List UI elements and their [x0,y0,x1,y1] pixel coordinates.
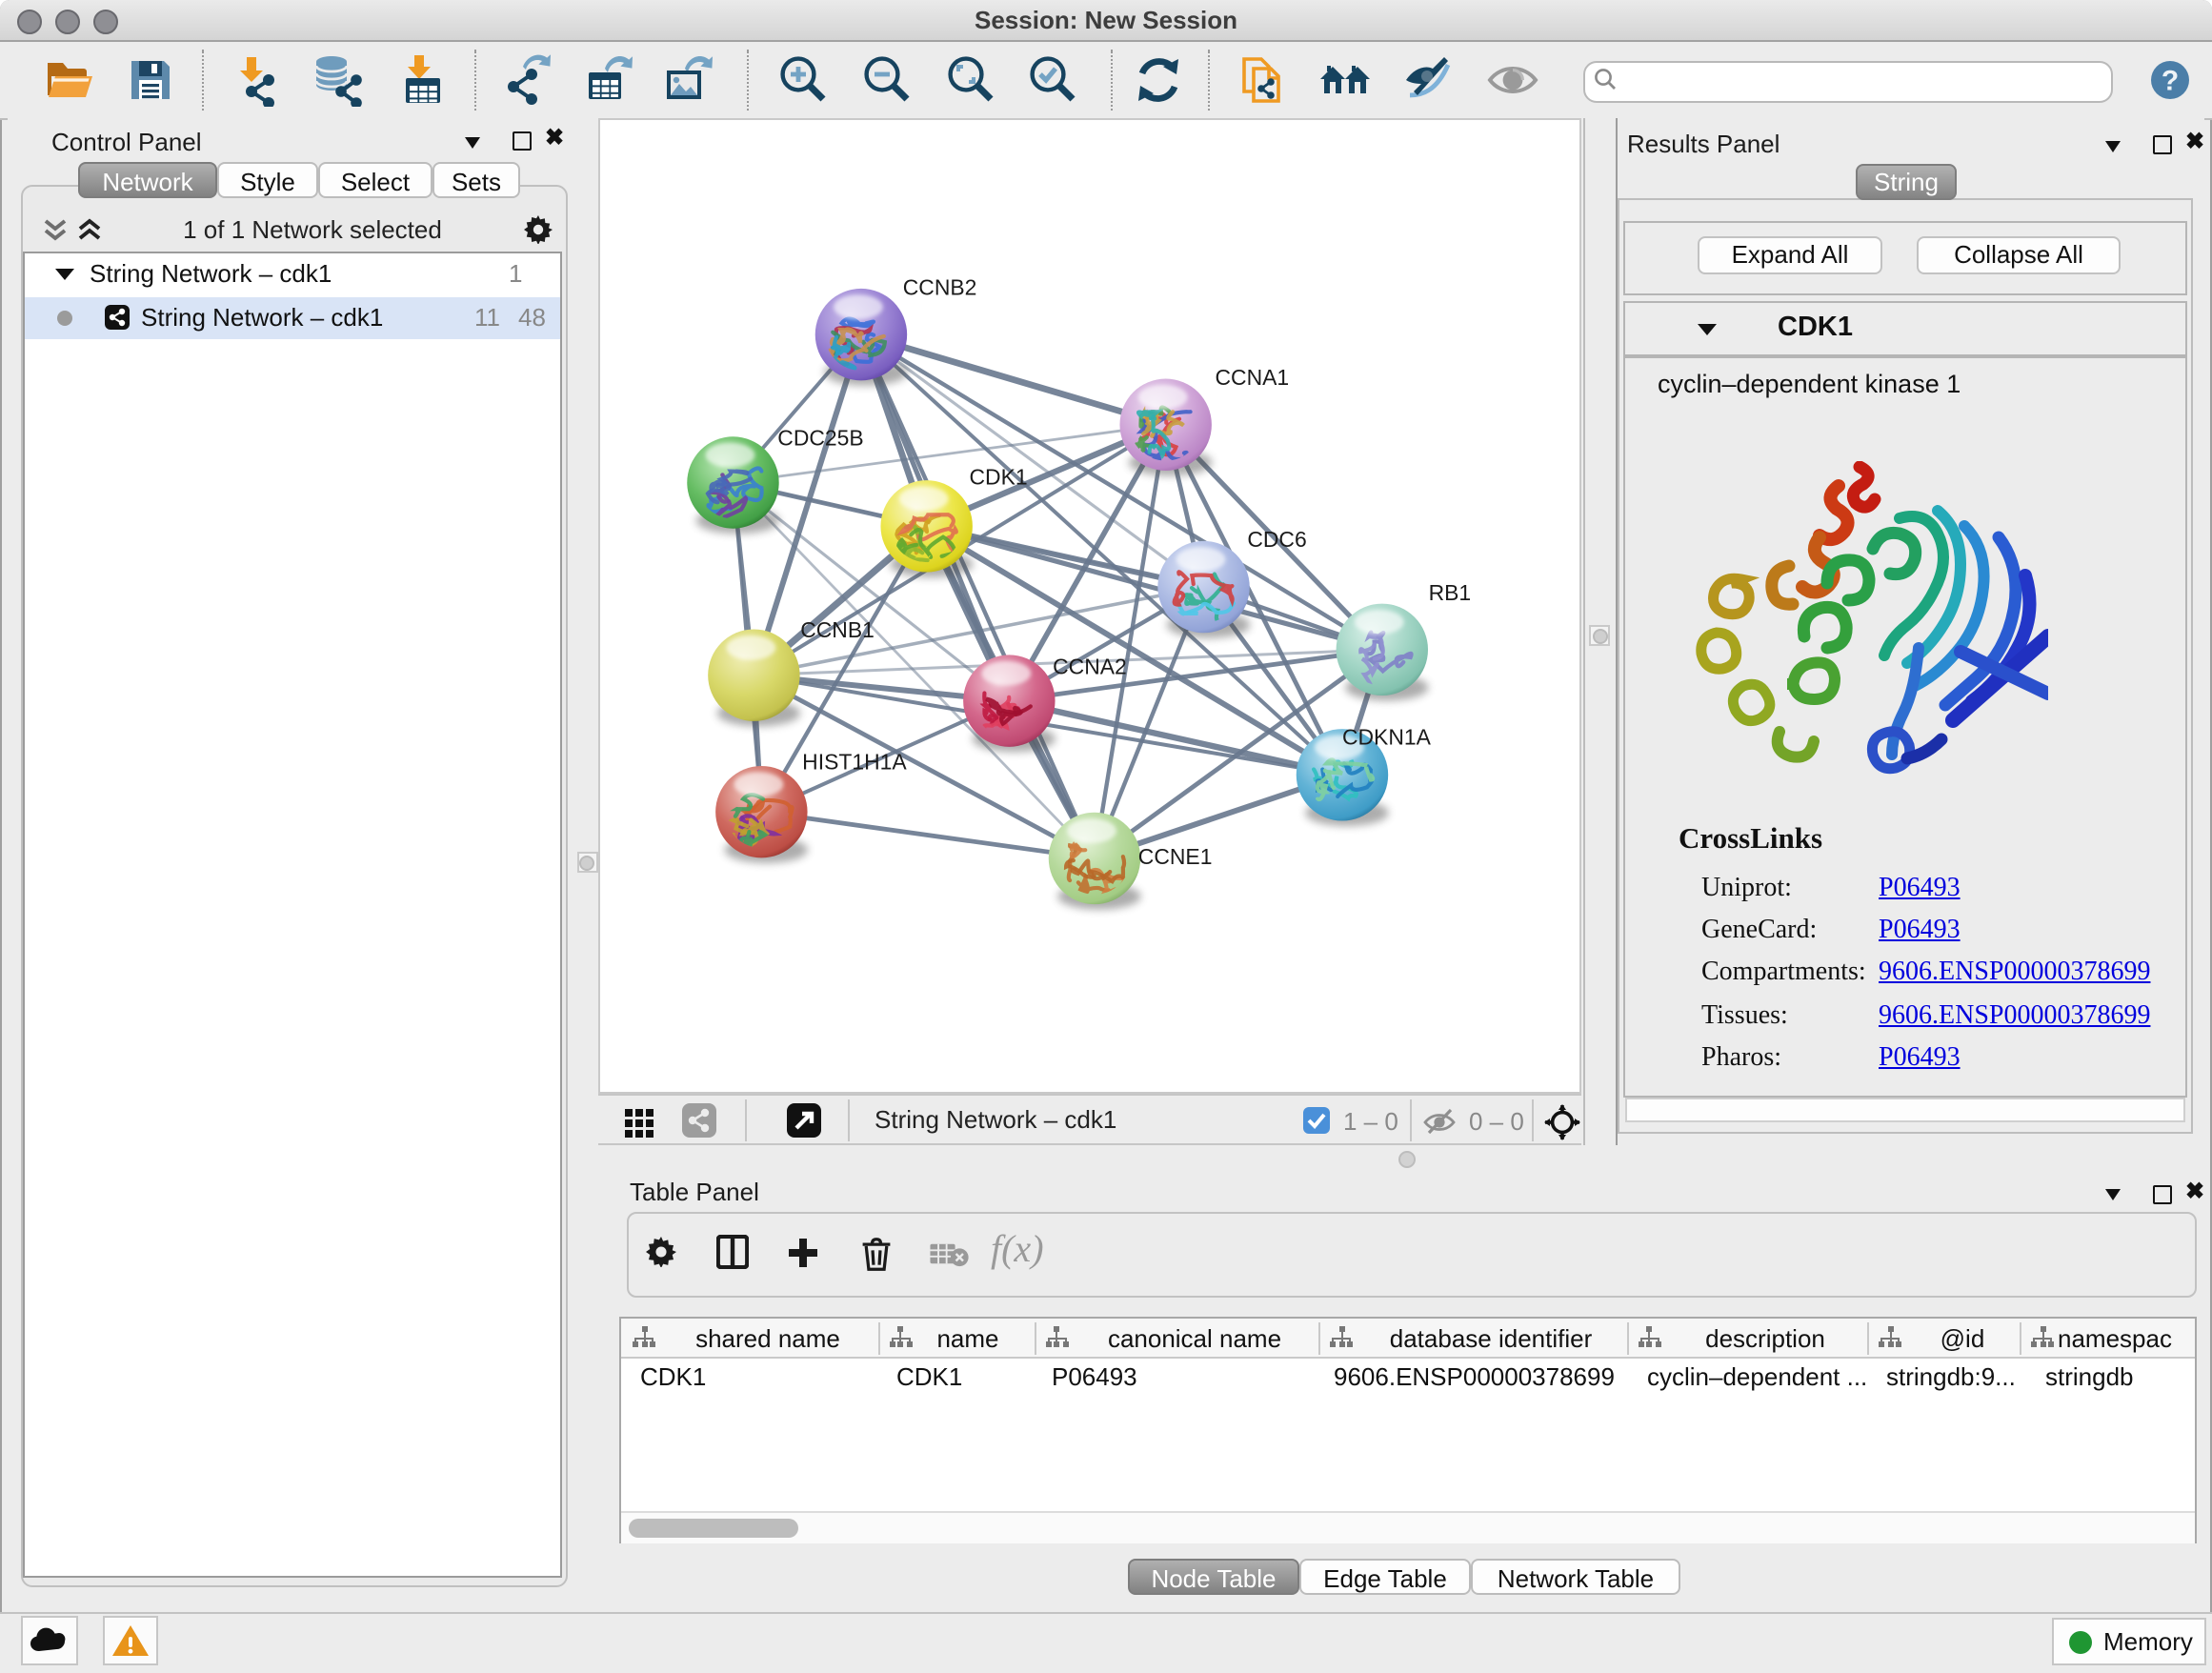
svg-text:RB1: RB1 [1429,580,1472,605]
svg-text:CDK1: CDK1 [969,465,1027,490]
svg-text:CCNA1: CCNA1 [1215,365,1289,390]
svg-text:CDC6: CDC6 [1247,527,1306,552]
svg-text:?: ? [2162,65,2179,96]
svg-text:CCNA2: CCNA2 [1053,655,1127,679]
svg-text:CCNB2: CCNB2 [903,274,977,299]
svg-text:CDC25B: CDC25B [777,426,863,451]
svg-text:HIST1H1A: HIST1H1A [802,749,907,774]
svg-text:CDKN1A: CDKN1A [1342,724,1432,749]
svg-text:CCNB1: CCNB1 [800,617,875,642]
svg-text:CCNE1: CCNE1 [1138,844,1213,869]
